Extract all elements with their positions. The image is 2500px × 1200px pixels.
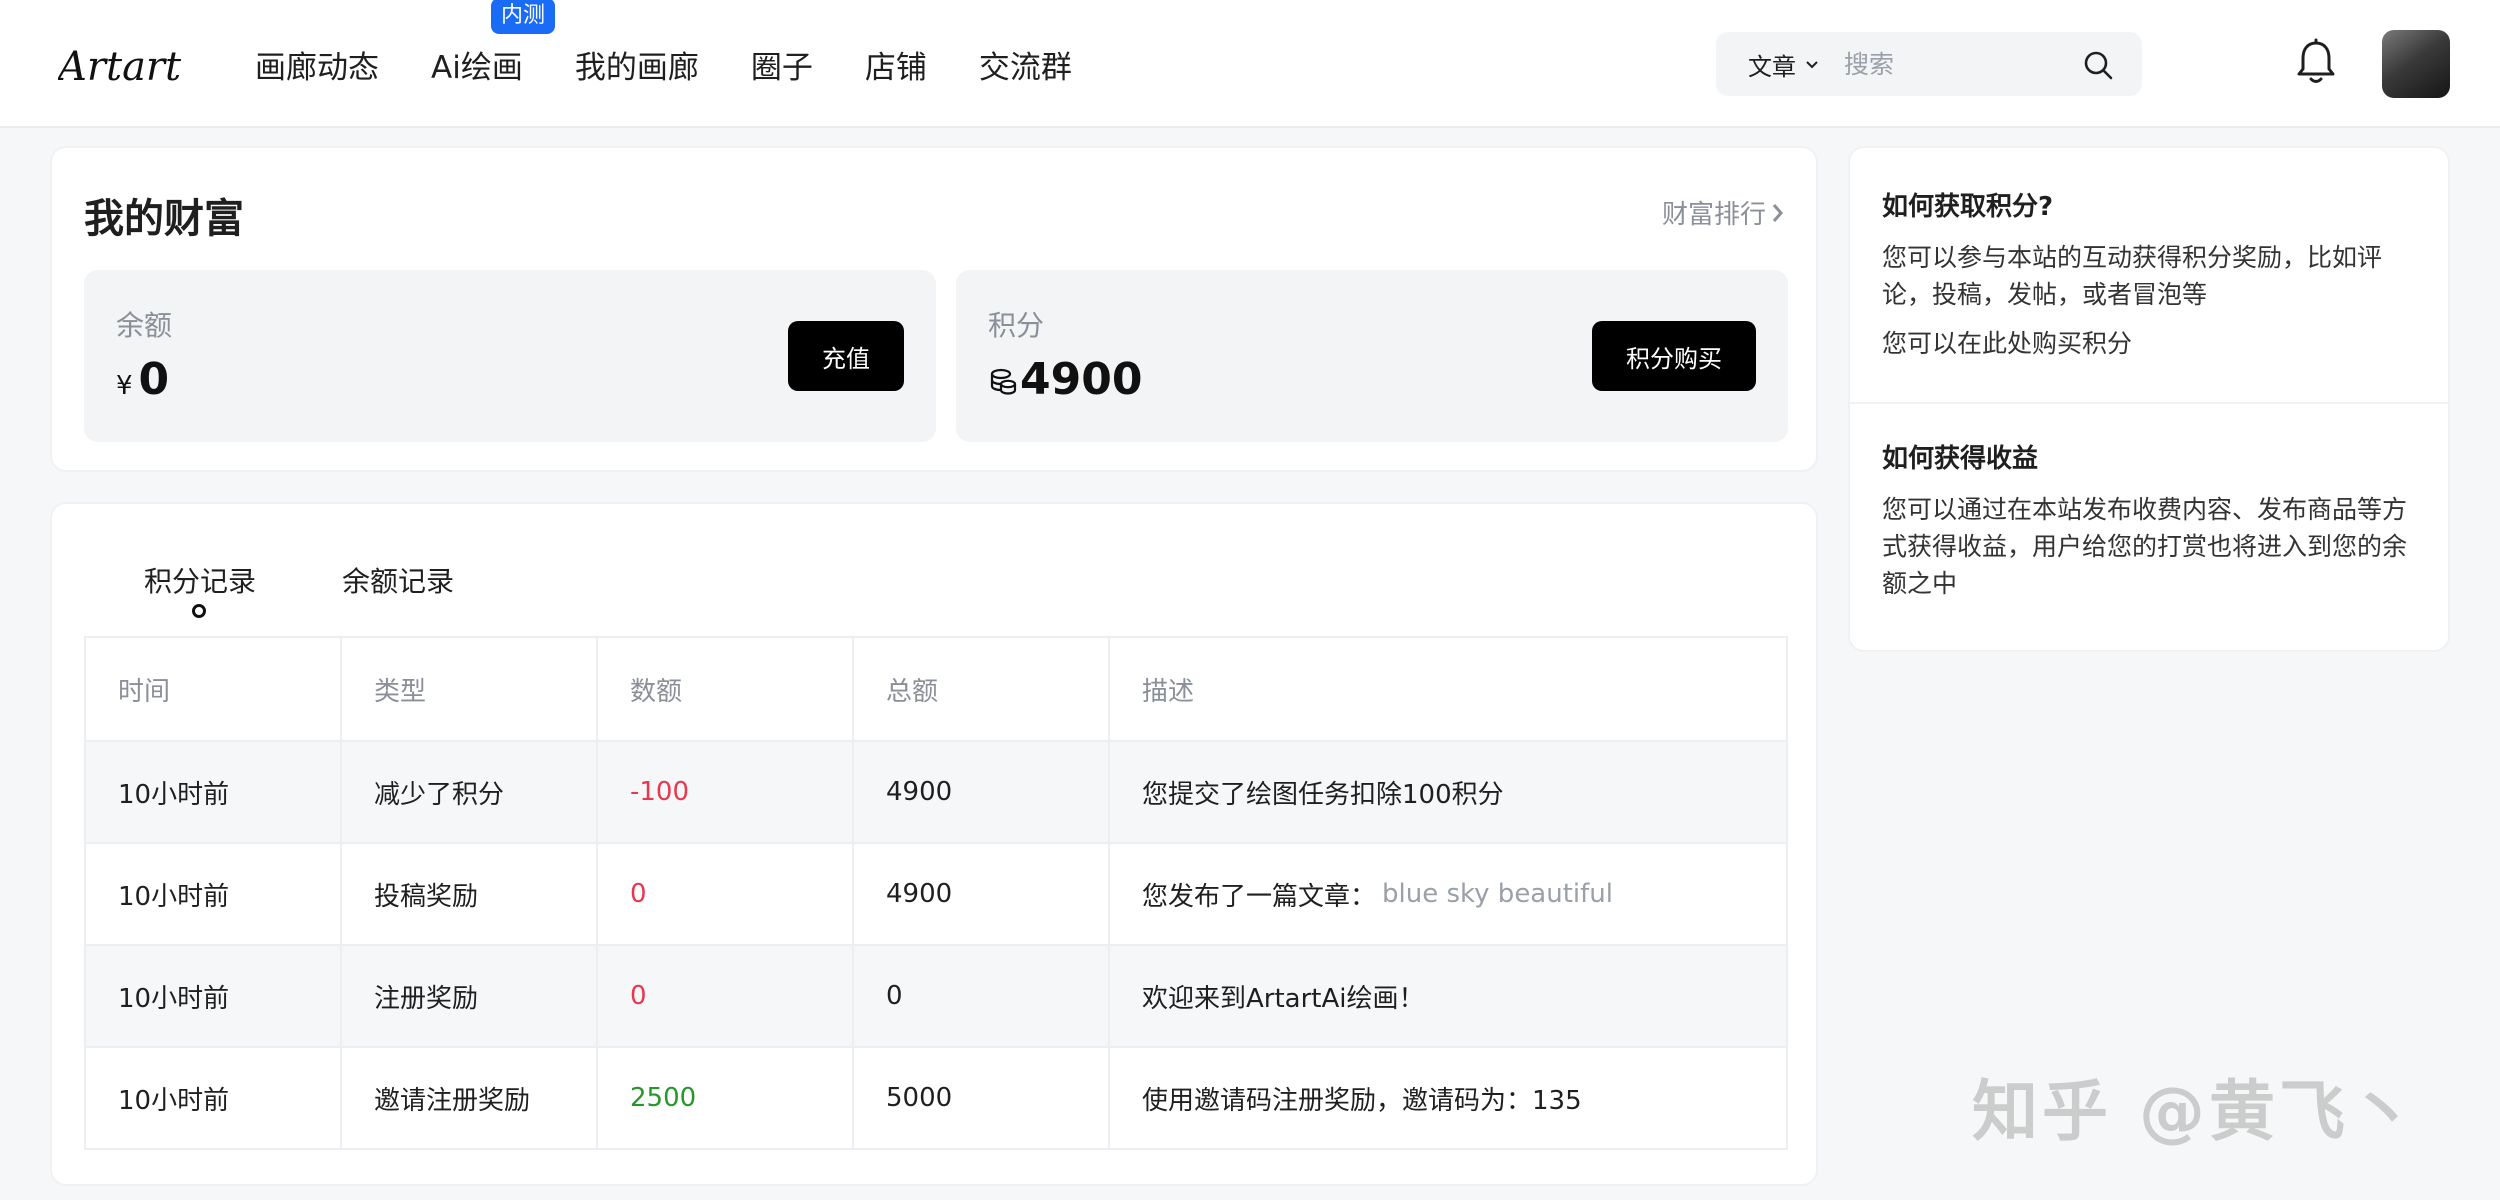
amount-cell: 2500 xyxy=(598,1048,854,1148)
points-box: 积分 4900 积分购买 xyxy=(956,270,1788,442)
total-cell: 4900 xyxy=(854,742,1110,842)
main-nav: 画廊动态 Ai绘画 内测 我的画廊 圈子 店铺 交流群 xyxy=(255,0,1124,128)
watermark: 知乎 @黄飞丶 xyxy=(1972,1073,2419,1150)
time-cell: 10小时前 xyxy=(86,742,342,842)
description-cell: 欢迎来到ArtartAi绘画！ xyxy=(1142,983,1425,1014)
nav-ai-painting[interactable]: Ai绘画 内测 xyxy=(431,0,556,87)
column-header: 描述 xyxy=(1142,676,1195,707)
tab-balance-records[interactable]: 余额记录 xyxy=(342,560,454,600)
search-input[interactable] xyxy=(1844,44,2064,84)
type-cell: 注册奖励 xyxy=(342,946,598,1046)
type-cell: 投稿奖励 xyxy=(342,844,598,944)
type-cell: 减少了积分 xyxy=(342,742,598,842)
table-row: 10小时前 减少了积分 -100 4900 您提交了绘图任务扣除100积分 xyxy=(86,740,1786,842)
active-tab-indicator xyxy=(192,604,206,618)
amount-cell: 0 xyxy=(598,946,854,1046)
description-cell: 使用邀请码注册奖励，邀请码为：135 xyxy=(1142,1085,1582,1116)
chevron-right-icon xyxy=(1772,203,1783,222)
currency-symbol: ¥ xyxy=(116,371,133,401)
records-tabs: 积分记录 余额记录 xyxy=(144,560,540,618)
amount-cell: 0 xyxy=(598,844,854,944)
column-header: 类型 xyxy=(342,638,598,740)
total-cell: 5000 xyxy=(854,1048,1110,1148)
time-cell: 10小时前 xyxy=(86,946,342,1046)
nav-shop[interactable]: 店铺 xyxy=(865,42,927,87)
table-row: 10小时前 邀请注册奖励 2500 5000 使用邀请码注册奖励，邀请码为：13… xyxy=(86,1046,1786,1148)
earnings-help-title: 如何获得收益 xyxy=(1882,444,2039,474)
type-cell: 邀请注册奖励 xyxy=(342,1048,598,1148)
search-bar: 文章 xyxy=(1716,32,2142,96)
recharge-button[interactable]: 充值 xyxy=(788,321,904,391)
nav-gallery-feed[interactable]: 画廊动态 xyxy=(255,42,379,87)
points-help-title: 如何获取积分? xyxy=(1882,192,2054,222)
points-help-text: 您可以参与本站的互动获得积分奖励，比如评论，投稿，发帖，或者冒泡等 xyxy=(1882,243,2383,309)
bell-icon[interactable] xyxy=(2294,38,2338,86)
artart-logo[interactable]: Artart xyxy=(58,34,198,94)
points-help-section: 如何获取积分? 您可以参与本站的互动获得积分奖励，比如评论，投稿，发帖，或者冒泡… xyxy=(1882,186,2422,362)
records-card: 积分记录 余额记录 时间 类型 数额 总额 描述 10小时前 减少了积分 -10… xyxy=(50,502,1818,1186)
help-card: 如何获取积分? 您可以参与本站的互动获得积分奖励，比如评论，投稿，发帖，或者冒泡… xyxy=(1848,146,2450,652)
nav-circles[interactable]: 圈子 xyxy=(751,42,813,87)
nav-chat-group[interactable]: 交流群 xyxy=(979,42,1072,87)
table-row: 10小时前 投稿奖励 0 4900 您发布了一篇文章： blue sky bea… xyxy=(86,842,1786,944)
column-header: 总额 xyxy=(854,638,1110,740)
earnings-help-text: 您可以通过在本站发布收费内容、发布商品等方式获得收益，用户给您的打赏也将进入到您… xyxy=(1882,495,2408,598)
chevron-down-icon xyxy=(1806,61,1818,69)
divider xyxy=(1850,402,2448,404)
search-type-dropdown[interactable]: 文章 xyxy=(1748,47,1820,82)
earnings-help-section: 如何获得收益 您可以通过在本站发布收费内容、发布商品等方式获得收益，用户给您的打… xyxy=(1882,438,2422,602)
page-title: 我的财富 xyxy=(84,196,244,242)
balance-value: ¥ 0 xyxy=(116,354,170,405)
points-value: 4900 xyxy=(988,354,1142,405)
balance-box: 余额 ¥ 0 充值 xyxy=(84,270,936,442)
time-cell: 10小时前 xyxy=(86,844,342,944)
description-cell: 您提交了绘图任务扣除100积分 xyxy=(1142,779,1504,810)
total-cell: 4900 xyxy=(854,844,1110,944)
search-icon[interactable] xyxy=(2082,49,2114,81)
column-header: 时间 xyxy=(86,638,342,740)
svg-text:Artart: Artart xyxy=(58,44,182,90)
amount-cell: -100 xyxy=(598,742,854,842)
buy-points-button[interactable]: 积分购买 xyxy=(1592,321,1756,391)
balance-label: 余额 xyxy=(116,309,173,342)
points-purchase-hint: 您可以在此处购买积分 xyxy=(1882,329,2133,358)
tab-points-records[interactable]: 积分记录 xyxy=(144,560,256,618)
table-header-row: 时间 类型 数额 总额 描述 xyxy=(86,638,1786,740)
coin-icon xyxy=(990,368,1017,395)
beta-badge: 内测 xyxy=(491,0,556,34)
article-link[interactable]: blue sky beautiful xyxy=(1382,879,1613,909)
records-table: 时间 类型 数额 总额 描述 10小时前 减少了积分 -100 4900 您提交… xyxy=(84,636,1788,1150)
points-label: 积分 xyxy=(988,309,1045,342)
time-cell: 10小时前 xyxy=(86,1048,342,1148)
table-row: 10小时前 注册奖励 0 0 欢迎来到ArtartAi绘画！ xyxy=(86,944,1786,1046)
total-cell: 0 xyxy=(854,946,1110,1046)
column-header: 数额 xyxy=(598,638,854,740)
top-header: Artart 画廊动态 Ai绘画 内测 我的画廊 圈子 店铺 交流群 文章 xyxy=(0,0,2500,128)
description-cell: 您发布了一篇文章： blue sky beautiful xyxy=(1142,879,1613,912)
user-avatar[interactable] xyxy=(2382,30,2450,98)
wealth-card: 我的财富 财富排行 余额 ¥ 0 充值 积分 4900 积分购买 xyxy=(50,146,1818,472)
wealth-ranking-link[interactable]: 财富排行 xyxy=(1662,194,1784,231)
nav-my-gallery[interactable]: 我的画廊 xyxy=(575,42,699,87)
